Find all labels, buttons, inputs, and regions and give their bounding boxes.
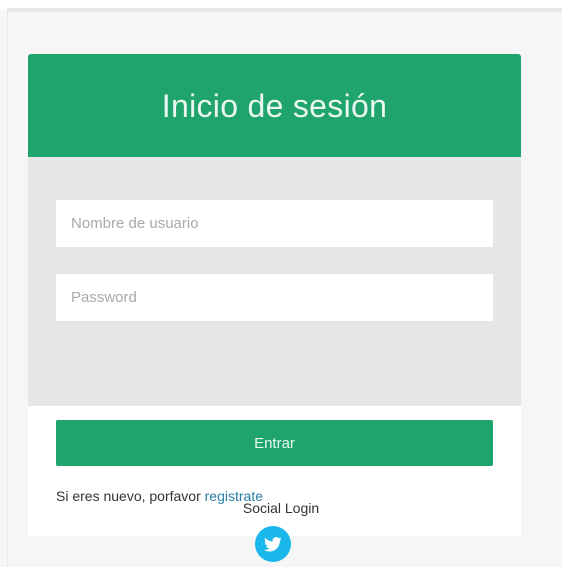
top-divider xyxy=(8,8,562,12)
login-form-panel xyxy=(28,157,521,406)
login-card: Inicio de sesión Entrar Si eres nuevo, p… xyxy=(28,54,521,536)
login-card-footer: Entrar Si eres nuevo, porfavor registrat… xyxy=(28,406,521,536)
login-button[interactable]: Entrar xyxy=(56,420,493,466)
left-edge-line xyxy=(7,8,8,567)
password-input[interactable] xyxy=(56,274,493,321)
username-input[interactable] xyxy=(56,200,493,247)
login-title: Inicio de sesión xyxy=(161,88,388,124)
social-login-label: Social Login xyxy=(242,500,320,516)
twitter-icon xyxy=(264,536,282,551)
twitter-login-button[interactable] xyxy=(255,526,291,562)
login-card-header: Inicio de sesión xyxy=(28,54,521,157)
